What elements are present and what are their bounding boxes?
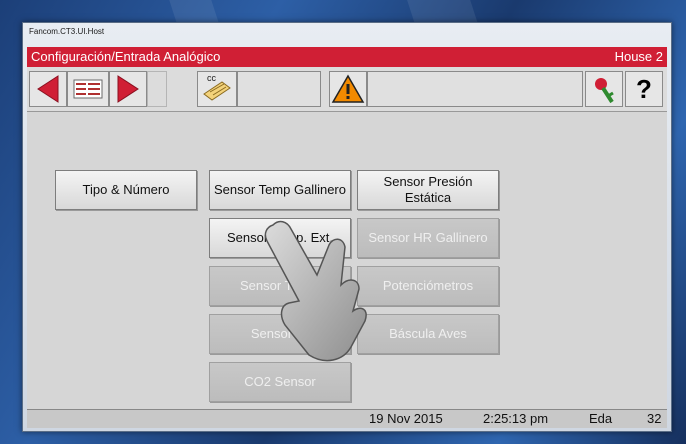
status-date: 19 Nov 2015 [369, 411, 443, 426]
pointing-hand-icon [264, 220, 367, 362]
toolbar: cc ? [27, 67, 667, 112]
status-bar: 19 Nov 2015 2:25:13 pm Eda 32 [27, 409, 667, 428]
sensor-presion-estatica-button[interactable]: Sensor Presión Estática [357, 170, 499, 210]
arrow-right-icon [117, 75, 139, 103]
help-button[interactable]: ? [625, 71, 663, 107]
status-time: 2:25:13 pm [483, 411, 549, 426]
login-button[interactable] [585, 71, 623, 107]
toolbar-slot [367, 71, 583, 107]
arrow-left-icon [37, 75, 59, 103]
status-number: 32 [647, 411, 662, 426]
next-button[interactable] [109, 71, 147, 107]
previous-button[interactable] [29, 71, 67, 107]
house-label: House 2 [614, 49, 663, 64]
alarm-button[interactable] [329, 71, 367, 107]
co2-sensor-button[interactable]: CO2 Sensor [209, 362, 351, 402]
edit-settings-icon [203, 81, 231, 101]
warning-icon [331, 74, 365, 103]
toolbar-spacer [147, 71, 167, 107]
list-button[interactable] [67, 71, 109, 107]
cc-button[interactable]: cc [197, 71, 237, 107]
list-icon [73, 79, 103, 99]
key-icon [595, 78, 614, 104]
screen-title: Configuración/Entrada Analógico [31, 49, 221, 64]
status-user: Eda [589, 411, 613, 426]
screen-header: Configuración/Entrada Analógico House 2 [27, 47, 667, 67]
toolbar-slot [237, 71, 321, 107]
sensor-temp-gallinero-button[interactable]: Sensor Temp Gallinero [209, 170, 351, 210]
window-title: Fancom.CT3.UI.Host [29, 27, 105, 36]
tipo-numero-button[interactable]: Tipo & Número [55, 170, 197, 210]
